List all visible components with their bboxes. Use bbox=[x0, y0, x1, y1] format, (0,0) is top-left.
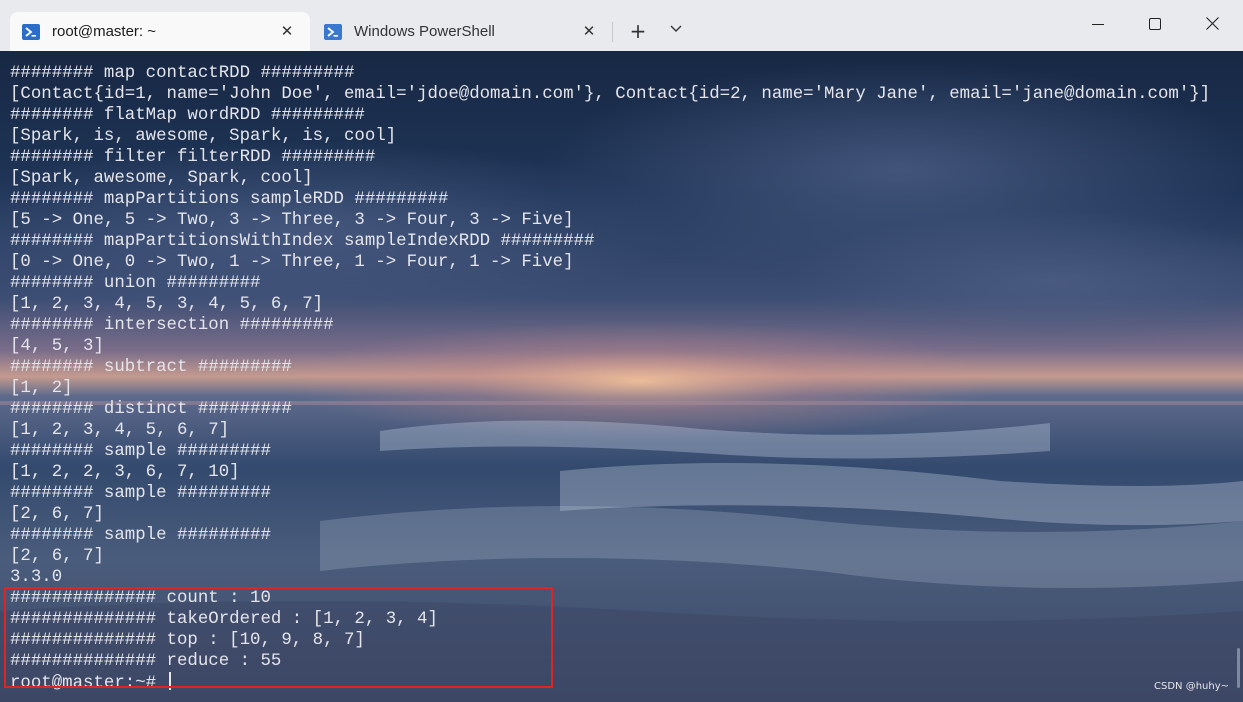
minimize-button[interactable] bbox=[1075, 8, 1121, 42]
terminal-line: ######## sample ######### bbox=[10, 484, 271, 503]
powershell-icon bbox=[22, 23, 40, 41]
terminal-line: ######## subtract ######### bbox=[10, 358, 292, 377]
tab-windows-powershell[interactable]: Windows PowerShell ✕ bbox=[312, 12, 612, 51]
title-bar: root@master: ~ ✕ Windows PowerShell ✕ + bbox=[0, 0, 1243, 51]
tab-title: Windows PowerShell bbox=[354, 23, 495, 40]
terminal-line: [2, 6, 7] bbox=[10, 505, 104, 524]
terminal-line: ######## distinct ######### bbox=[10, 400, 292, 419]
scrollbar[interactable] bbox=[1237, 648, 1240, 688]
terminal-line: [1, 2, 2, 3, 6, 7, 10] bbox=[10, 463, 240, 482]
terminal-line: ######## map contactRDD ######### bbox=[10, 64, 355, 83]
terminal-line: 3.3.0 bbox=[10, 568, 63, 587]
tab-title: root@master: ~ bbox=[52, 23, 157, 40]
terminal-line: [1, 2] bbox=[10, 379, 73, 398]
terminal-line: [Contact{id=1, name='John Doe', email='j… bbox=[10, 85, 1211, 104]
terminal-line: ######## flatMap wordRDD ######### bbox=[10, 106, 365, 125]
terminal-line: ######## filter filterRDD ######### bbox=[10, 148, 376, 167]
new-tab-button[interactable]: + bbox=[626, 19, 650, 43]
terminal-line: [4, 5, 3] bbox=[10, 337, 104, 356]
terminal-line: ######## mapPartitionsWithIndex sampleIn… bbox=[10, 232, 595, 251]
tab-divider bbox=[612, 22, 613, 42]
maximize-button[interactable] bbox=[1132, 8, 1178, 42]
powershell-icon bbox=[324, 23, 342, 41]
minimize-icon bbox=[1092, 24, 1104, 25]
terminal-line: [0 -> One, 0 -> Two, 1 -> Three, 1 -> Fo… bbox=[10, 253, 574, 272]
close-window-button[interactable] bbox=[1189, 8, 1235, 42]
close-tab-icon[interactable]: ✕ bbox=[278, 22, 296, 40]
terminal-line: [5 -> One, 5 -> Two, 3 -> Three, 3 -> Fo… bbox=[10, 211, 574, 230]
tab-dropdown-button[interactable] bbox=[664, 19, 688, 43]
close-tab-icon[interactable]: ✕ bbox=[580, 22, 598, 40]
terminal-line: ######## union ######### bbox=[10, 274, 261, 293]
chevron-down-icon bbox=[670, 25, 682, 32]
tab-root-master[interactable]: root@master: ~ ✕ bbox=[10, 12, 310, 51]
terminal-line: ######## mapPartitions sampleRDD #######… bbox=[10, 190, 449, 209]
close-icon bbox=[1205, 17, 1219, 30]
terminal-line: [1, 2, 3, 4, 5, 6, 7] bbox=[10, 421, 230, 440]
terminal-line: ######## sample ######### bbox=[10, 526, 271, 545]
terminal-line: ######## sample ######### bbox=[10, 442, 271, 461]
maximize-icon bbox=[1149, 18, 1161, 30]
terminal-line: [Spark, is, awesome, Spark, is, cool] bbox=[10, 127, 397, 146]
terminal-line: [1, 2, 3, 4, 5, 3, 4, 5, 6, 7] bbox=[10, 295, 324, 314]
terminal-window: root@master: ~ ✕ Windows PowerShell ✕ + bbox=[0, 0, 1243, 702]
watermark: CSDN @huhy~ bbox=[1154, 681, 1229, 692]
terminal-line: [Spark, awesome, Spark, cool] bbox=[10, 169, 313, 188]
terminal-pane[interactable]: ######## map contactRDD ######### [Contac… bbox=[0, 51, 1243, 702]
highlight-box bbox=[4, 587, 553, 688]
terminal-line: [2, 6, 7] bbox=[10, 547, 104, 566]
terminal-line: ######## intersection ######### bbox=[10, 316, 334, 335]
